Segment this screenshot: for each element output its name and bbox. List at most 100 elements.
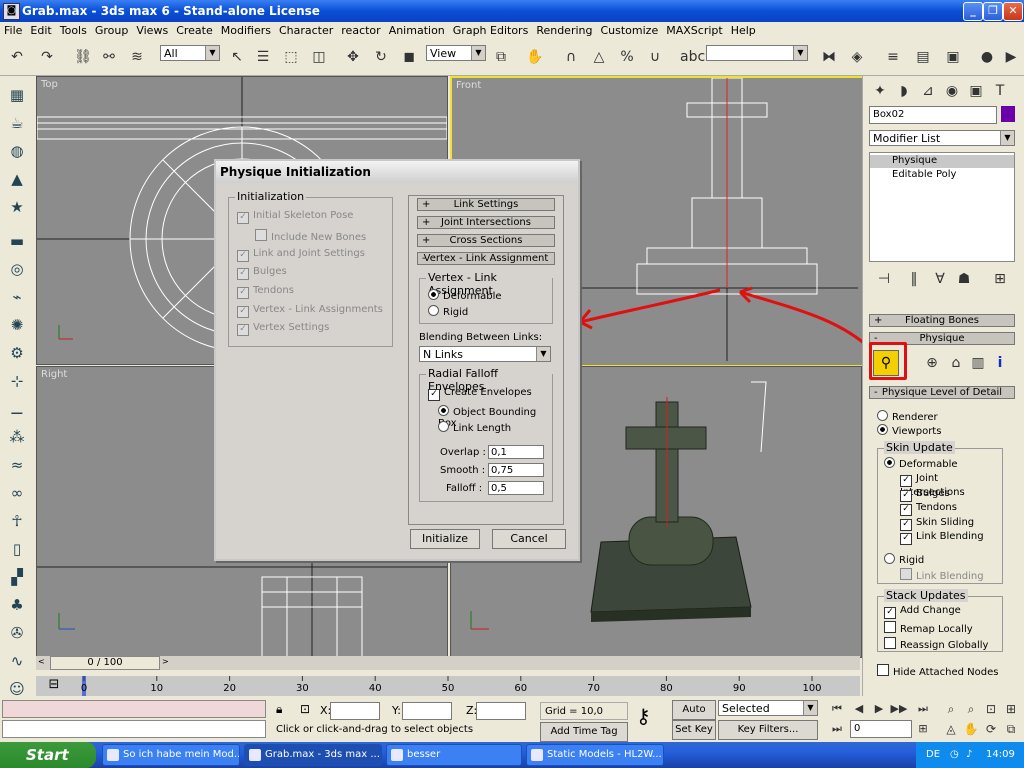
reference-coordinate-dropdown[interactable]: View ▼ <box>426 45 486 61</box>
rollout-vertex-link-assignment[interactable]: - Vertex - Link Assignment <box>417 252 555 265</box>
next-frame-icon[interactable]: ▶▶ <box>888 698 910 720</box>
go-to-start-icon[interactable]: ⏮ <box>826 698 848 720</box>
lock-icon[interactable]: 🔒︎ <box>276 702 282 717</box>
skin-rigid-radio[interactable]: Rigid <box>884 553 924 566</box>
vertex-settings-checkbox[interactable]: ✓ Vertex Settings <box>237 322 329 336</box>
display-tab-icon[interactable]: ▣ <box>965 80 987 102</box>
minimize-button[interactable]: _ <box>963 2 983 21</box>
reinitialize-icon[interactable]: ⊕ <box>921 352 943 374</box>
named-selection-dropdown[interactable]: ▼ <box>706 45 808 61</box>
volume-icon[interactable]: ♪ <box>966 742 972 768</box>
add-time-tag-button[interactable]: Add Time Tag <box>540 722 628 742</box>
remap-locally-checkbox[interactable]: Remap Locally <box>884 621 973 635</box>
open-file-icon[interactable]: ⌂ <box>945 352 967 374</box>
floating-bones-rollout[interactable]: + Floating Bones <box>869 314 1015 327</box>
maxscript-listener[interactable] <box>2 700 266 718</box>
menu-graph-editors[interactable]: Graph Editors <box>449 22 533 37</box>
overlap-spinner[interactable]: 0,1 <box>488 445 544 459</box>
rollout-joint-intersections[interactable]: + Joint Intersections <box>417 216 555 229</box>
viewports-radio[interactable]: Viewports <box>877 424 941 437</box>
initial-skeleton-pose-checkbox[interactable]: ✓ Initial Skeleton Pose <box>237 210 353 224</box>
unlink-icon[interactable]: ⚯ <box>98 46 120 68</box>
select-object-icon[interactable]: ↖ <box>226 46 248 68</box>
selection-filter-dropdown[interactable]: All ▼ <box>160 45 220 61</box>
material-editor-icon[interactable]: ● <box>976 46 998 68</box>
select-and-rotate-icon[interactable]: ↻ <box>370 46 392 68</box>
cylinder-icon[interactable]: ◎ <box>6 258 28 280</box>
hierarchy-tab-icon[interactable]: ⊿ <box>917 80 939 102</box>
task-browser-mod[interactable]: So ich habe mein Mod... <box>102 744 240 766</box>
absolute-mode-icon[interactable]: ⊡ <box>300 702 310 716</box>
select-and-link-icon[interactable]: ⛓ <box>72 46 94 68</box>
reassign-globally-checkbox[interactable]: Reassign Globally <box>884 637 988 651</box>
key-mode-icon[interactable]: ⏭ <box>826 718 848 740</box>
utilities-tab-icon[interactable]: T <box>989 80 1011 102</box>
cone-icon[interactable]: ▲ <box>6 168 28 190</box>
biped-icon[interactable]: ☥ <box>6 510 28 532</box>
pin-stack-icon[interactable]: ⊣ <box>873 268 895 290</box>
maxscript-output[interactable] <box>2 720 266 738</box>
task-static-models[interactable]: Static Models - HL2W... <box>526 744 664 766</box>
vertex-link-assignments-checkbox[interactable]: ✓ Vertex - Link Assignments <box>237 304 383 318</box>
star-icon[interactable]: ★ <box>6 196 28 218</box>
snap-3d-icon[interactable]: ∩ <box>560 46 582 68</box>
hide-attached-nodes-checkbox[interactable]: Hide Attached Nodes <box>877 664 998 678</box>
menu-file[interactable]: File <box>0 22 26 37</box>
zoom-extents-icon[interactable]: ⊡ <box>980 698 1002 720</box>
modifier-list-dropdown[interactable]: Modifier List ▼ <box>869 130 1015 146</box>
menu-views[interactable]: Views <box>132 22 172 37</box>
field-of-view-icon[interactable]: ◬ <box>940 718 962 740</box>
app-icon[interactable]: ◙ <box>3 3 20 20</box>
modify-tab-icon[interactable]: ◗ <box>893 80 915 102</box>
undo-icon[interactable]: ↶ <box>6 46 28 68</box>
tree-icon[interactable]: ♣ <box>6 594 28 616</box>
create-envelopes-checkbox[interactable]: ✓ Create Envelopes <box>428 387 532 401</box>
add-change-checkbox[interactable]: ✓ Add Change <box>884 605 961 619</box>
menu-character[interactable]: Character <box>275 22 337 37</box>
menu-modifiers[interactable]: Modifiers <box>217 22 275 37</box>
falloff-spinner[interactable]: 0,5 <box>488 481 544 495</box>
stairs-icon[interactable]: ▞ <box>6 566 28 588</box>
select-and-scale-icon[interactable]: ◼ <box>398 46 420 68</box>
auto-key-button[interactable]: Auto Key <box>672 700 716 733</box>
box-icon[interactable]: ▦ <box>6 84 28 106</box>
tendons-checkbox[interactable]: ✓ Tendons <box>900 502 957 516</box>
skin-sliding-checkbox[interactable]: ✓ Skin Sliding <box>900 517 974 531</box>
bind-to-space-warp-icon[interactable]: ≋ <box>126 46 148 68</box>
time-slider-thumb[interactable]: 0 / 100 <box>50 656 160 670</box>
language-indicator[interactable]: DE <box>926 742 940 768</box>
angle-snap-icon[interactable]: △ <box>588 46 610 68</box>
door-icon[interactable]: ▯ <box>6 538 28 560</box>
mirror-icon[interactable]: ⧓ <box>818 46 840 68</box>
menu-edit[interactable]: Edit <box>26 22 55 37</box>
light-icon[interactable]: ✺ <box>6 314 28 336</box>
menu-rendering[interactable]: Rendering <box>532 22 596 37</box>
deformable-radio[interactable]: Deformable <box>428 289 502 302</box>
menu-tools[interactable]: Tools <box>56 22 91 37</box>
show-end-result-icon[interactable]: ‖ <box>903 268 925 290</box>
x-field[interactable] <box>330 702 380 720</box>
bones-icon[interactable]: ⚊ <box>6 398 28 420</box>
curve-editor-icon[interactable]: ▤ <box>912 46 934 68</box>
rigid-link-blending-checkbox[interactable]: Link Blending <box>900 568 984 582</box>
menu-create[interactable]: Create <box>172 22 217 37</box>
close-button[interactable]: ✕ <box>1003 2 1023 21</box>
align-icon[interactable]: ◈ <box>846 46 868 68</box>
manipulate-icon[interactable]: ✋ <box>524 46 546 68</box>
spring-icon[interactable]: ∿ <box>6 650 28 672</box>
z-field[interactable] <box>476 702 526 720</box>
make-unique-icon[interactable]: ∀ <box>929 268 951 290</box>
object-name-field[interactable]: Box02 <box>869 106 997 124</box>
maximize-button[interactable]: ❐ <box>983 2 1003 21</box>
sphere-icon[interactable]: ◍ <box>6 140 28 162</box>
menu-maxscript[interactable]: MAXScript <box>662 22 726 37</box>
edit-named-selection-icon[interactable]: abc <box>680 46 705 68</box>
zoom-icon[interactable]: ⌕ <box>940 698 962 720</box>
current-frame-field[interactable]: 0 <box>850 720 912 738</box>
task-folder-besser[interactable]: besser <box>386 744 522 766</box>
bulges-checkbox[interactable]: ✓ Bulges <box>237 266 287 280</box>
rollout-link-settings[interactable]: + Link Settings <box>417 198 555 211</box>
key-set-dropdown[interactable]: Selected ▼ <box>718 700 818 716</box>
menu-help[interactable]: Help <box>727 22 760 37</box>
helper-icon[interactable]: ⊹ <box>6 370 28 392</box>
